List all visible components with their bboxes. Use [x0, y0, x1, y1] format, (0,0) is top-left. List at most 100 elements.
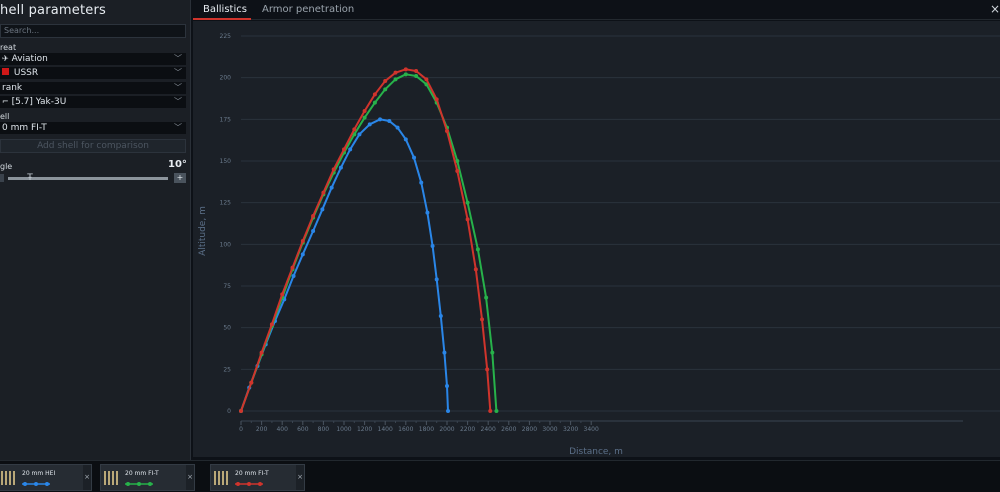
x-tick-label: 600	[297, 426, 309, 433]
data-point	[378, 117, 383, 122]
data-point	[475, 247, 480, 252]
data-point	[465, 217, 470, 222]
data-point	[403, 67, 408, 72]
x-tick-label: 1600	[398, 426, 413, 433]
tab-armor-penetration[interactable]: Armor penetration	[262, 4, 354, 15]
data-point	[490, 350, 495, 355]
data-point	[480, 317, 485, 322]
angle-increase-button[interactable]: +	[174, 173, 186, 183]
x-tick-label: 200	[256, 426, 268, 433]
shell-card-name: 20 mm FI-T	[125, 470, 159, 477]
x-tick-label: 2400	[481, 426, 496, 433]
rank-select[interactable]: rank ﹀	[0, 82, 186, 94]
shell-card-name: 20 mm HEI	[22, 470, 56, 477]
remove-shell-button[interactable]: ×	[296, 465, 304, 490]
remove-shell-button[interactable]: ×	[83, 465, 91, 490]
vehicle-select[interactable]: ⌐ [5.7] Yak-3U ﹀	[0, 96, 186, 108]
shell-card[interactable]: 20 mm FI-T ×	[100, 464, 195, 491]
remove-shell-button[interactable]: ×	[186, 465, 194, 490]
y-tick-label: 200	[220, 75, 232, 82]
shell-card-name: 20 mm FI-T	[235, 470, 269, 477]
tab-ballistics[interactable]: Ballistics	[203, 4, 247, 15]
data-point	[414, 69, 419, 73]
ammo-belt-icon	[1, 470, 19, 486]
angle-label: gle	[0, 162, 13, 171]
data-point	[269, 322, 274, 327]
shell-card[interactable]: 20 mm FI-T ×	[210, 464, 305, 491]
rank-value: rank	[2, 83, 23, 93]
threat-label: reat	[0, 43, 17, 52]
chevron-down-icon: ﹀	[174, 123, 182, 132]
x-tick-label: 2200	[460, 426, 475, 433]
data-point	[387, 119, 392, 123]
data-point	[320, 207, 325, 212]
angle-decrease-button[interactable]	[0, 174, 4, 182]
y-tick-label: 75	[223, 283, 231, 290]
data-point	[321, 190, 326, 195]
data-point	[414, 74, 419, 78]
x-tick-label: 400	[276, 426, 288, 433]
x-tick-label: 3400	[584, 426, 599, 433]
data-point	[393, 77, 398, 82]
data-point	[445, 129, 449, 133]
ammo-belt-icon	[214, 470, 232, 486]
threat-select[interactable]: ✈ Aviation ﹀	[0, 53, 186, 65]
data-point	[348, 147, 353, 152]
data-point	[357, 132, 362, 137]
angle-slider[interactable]: Ŧ +	[0, 173, 186, 183]
search-input[interactable]: Search...	[0, 24, 186, 38]
y-tick-label: 225	[220, 33, 232, 40]
data-point	[485, 367, 490, 372]
data-point	[372, 92, 377, 97]
country-select[interactable]: USSR ﹀	[0, 67, 186, 79]
x-tick-label: 1200	[357, 426, 372, 433]
series-legend-icon	[22, 482, 50, 486]
data-point	[455, 169, 460, 173]
active-tab-indicator	[193, 18, 251, 20]
data-point	[280, 292, 285, 297]
ammo-belt-icon	[104, 470, 122, 486]
x-axis-label: Distance, m	[569, 447, 623, 457]
data-point	[291, 274, 296, 278]
chevron-down-icon: ﹀	[174, 68, 182, 77]
data-point	[488, 409, 493, 413]
data-point	[372, 100, 377, 105]
shell-select[interactable]: 0 mm FI-T ﹀	[0, 122, 186, 134]
add-shell-button[interactable]: Add shell for comparison	[0, 139, 186, 153]
x-tick-label: 0	[239, 426, 243, 433]
plane-icon: ⌐	[2, 97, 9, 106]
x-tick-label: 800	[318, 426, 330, 433]
data-point	[393, 70, 398, 75]
series-legend-icon	[125, 482, 153, 486]
data-point	[434, 277, 439, 282]
chevron-down-icon: ﹀	[174, 54, 182, 63]
series-line	[240, 118, 449, 412]
slider-thumb[interactable]: Ŧ	[27, 173, 33, 183]
data-point	[425, 210, 430, 215]
y-tick-label: 25	[223, 366, 231, 373]
angle-value: 10°	[168, 159, 187, 170]
data-point	[311, 229, 316, 233]
x-tick-label: 2000	[439, 426, 454, 433]
data-point	[338, 165, 343, 170]
y-tick-label: 150	[220, 158, 232, 165]
data-point	[412, 155, 417, 160]
chevron-down-icon: ﹀	[174, 97, 182, 106]
ballistics-chart-svg: 0 25 50 75 100 125 150 175 200 225 0 200 400 600 800 10…	[198, 33, 1000, 457]
data-point	[300, 239, 305, 243]
data-point	[352, 127, 357, 132]
data-point	[484, 295, 489, 300]
data-point	[424, 77, 429, 82]
data-point	[494, 409, 499, 413]
data-point	[403, 137, 408, 142]
tab-bar: Ballistics Armor penetration	[193, 0, 1000, 20]
shell-card[interactable]: 20 mm HEI ×	[0, 464, 92, 491]
panel-title: hell parameters	[0, 3, 106, 18]
y-tick-label: 100	[220, 241, 232, 248]
country-value: USSR	[13, 68, 39, 78]
series-line	[240, 68, 492, 412]
x-tick-label: 3000	[542, 426, 557, 433]
aviation-icon: ✈	[2, 54, 9, 63]
y-tick-label: 125	[220, 200, 232, 207]
close-icon[interactable]: ×	[990, 2, 1000, 16]
